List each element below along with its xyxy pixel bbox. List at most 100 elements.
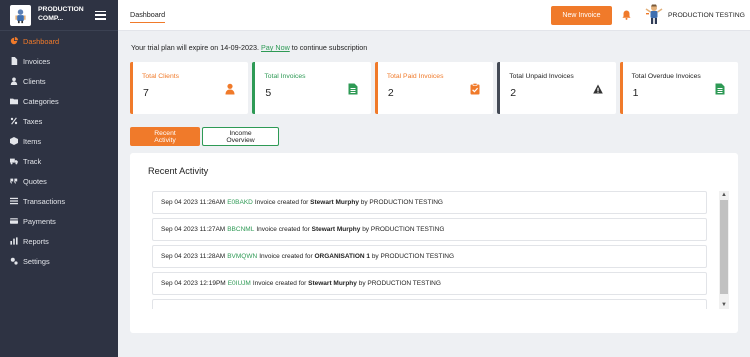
sidebar-item-label: Settings (23, 256, 50, 266)
activity-text: Invoice created for (254, 199, 309, 206)
card-value: 2 (387, 87, 394, 99)
transactions-icon (10, 197, 18, 205)
activity-text: Invoice created for (259, 253, 313, 260)
invoice-code-link[interactable]: E0BAKD (227, 199, 253, 206)
sidebar-item-categories[interactable]: Categories (0, 91, 118, 111)
warning-icon (592, 82, 603, 94)
invoice-icon (10, 57, 18, 65)
activity-time: Sep 04 2023 11:28AM (161, 253, 226, 260)
scrollbar-thumb[interactable] (720, 200, 728, 294)
avatar[interactable] (644, 4, 664, 26)
invoice-code-link[interactable]: BVMQWN (227, 253, 257, 260)
sidebar-item-track[interactable]: Track (0, 151, 118, 171)
new-invoice-button[interactable]: New Invoice (551, 6, 612, 25)
activity-time: Sep 04 2023 11:26AM (161, 199, 226, 206)
reports-icon (10, 237, 18, 245)
dashboard-tabs: Recent Activity Income Overview (130, 127, 279, 146)
invoice-code-link[interactable]: E0IUJM (228, 280, 251, 287)
sidebar-item-transactions[interactable]: Transactions (0, 191, 118, 211)
sidebar-item-label: Payments (23, 216, 56, 226)
card-value: 1 (632, 87, 639, 99)
breadcrumb[interactable]: Dashboard (130, 10, 166, 23)
client-name: Stewart Murphy (310, 199, 359, 206)
list-item[interactable]: Sep 04 2023 12:19PM E0IUJM Invoice creat… (152, 272, 707, 295)
card-value: 2 (510, 87, 517, 99)
activity-scrollbar[interactable]: ▲ ▼ (719, 191, 729, 309)
trial-suffix: to continue subscription (291, 43, 368, 52)
card-value: 7 (143, 87, 149, 99)
card-value: 5 (265, 87, 272, 99)
sidebar-item-payments[interactable]: Payments (0, 211, 118, 231)
activity-text: Invoice created for (252, 280, 307, 287)
list-item[interactable] (152, 299, 707, 309)
sidebar-item-label: Clients (23, 76, 46, 86)
recent-activity-panel: Recent Activity Sep 04 2023 11:26AM E0BA… (130, 153, 738, 333)
activity-by: by PRODUCTION TESTING (371, 253, 455, 260)
sidebar-nav: Dashboard Invoices Clients Categories Ta… (0, 31, 118, 271)
sidebar-item-label: Taxes (23, 116, 43, 126)
sidebar-item-label: Reports (23, 236, 49, 246)
activity-time: Sep 04 2023 12:19PM (161, 280, 226, 287)
sidebar-item-items[interactable]: Items (0, 131, 118, 151)
folder-icon (10, 97, 18, 105)
activity-time: Sep 04 2023 11:27AM (161, 226, 226, 233)
stat-card-total-unpaid-invoices[interactable]: Total Unpaid Invoices 2 (497, 62, 616, 114)
invoice-code-link[interactable]: BBCNML (227, 226, 254, 233)
stat-card-total-clients[interactable]: Total Clients 7 (130, 62, 249, 114)
sidebar-item-clients[interactable]: Clients (0, 71, 118, 91)
user-icon (225, 82, 235, 95)
activity-text: Invoice created for (256, 226, 310, 233)
bell-icon[interactable] (622, 10, 631, 20)
scroll-up-icon[interactable]: ▲ (719, 191, 729, 199)
sidebar-item-label: Track (23, 156, 42, 166)
user-icon (10, 77, 18, 85)
card-label: Total Paid Invoices (386, 73, 444, 80)
client-name: ORGANISATION 1 (314, 253, 371, 260)
sidebar-item-settings[interactable]: Settings (0, 251, 118, 271)
sidebar-item-label: Quotes (23, 176, 47, 186)
card-label: Total Unpaid Invoices (509, 73, 574, 80)
activity-by: by PRODUCTION TESTING (362, 226, 445, 233)
sidebar-item-label: Invoices (23, 56, 51, 66)
tab-recent-activity[interactable]: Recent Activity (130, 127, 200, 146)
truck-icon (10, 157, 18, 165)
sidebar-item-reports[interactable]: Reports (0, 231, 118, 251)
list-item[interactable]: Sep 04 2023 11:28AM BVMQWN Invoice creat… (152, 245, 707, 268)
pay-now-link[interactable]: Pay Now (261, 43, 290, 52)
company-logo[interactable] (10, 4, 31, 26)
stat-card-total-paid-invoices[interactable]: Total Paid Invoices 2 (374, 62, 494, 114)
file-icon (348, 82, 358, 95)
sidebar-item-dashboard[interactable]: Dashboard (0, 31, 118, 51)
panel-title: Recent Activity (148, 166, 209, 176)
stat-cards: Total Clients 7 Total Invoices 5 Total P… (130, 62, 739, 114)
client-name: Stewart Murphy (311, 226, 361, 233)
sidebar-item-quotes[interactable]: Quotes (0, 171, 118, 191)
quote-icon (10, 177, 18, 185)
trial-text: Your trial plan will expire on 14-09-202… (131, 43, 259, 52)
dashboard-icon (10, 37, 18, 45)
list-item[interactable]: Sep 04 2023 11:26AM E0BAKD Invoice creat… (152, 191, 707, 214)
file-icon (715, 82, 725, 95)
trial-notice: Your trial plan will expire on 14-09-202… (131, 43, 367, 52)
payment-icon (10, 217, 18, 225)
user-name[interactable]: PRODUCTION TESTING (668, 12, 745, 19)
menu-toggle-icon[interactable] (95, 10, 106, 20)
list-item[interactable]: Sep 04 2023 11:27AM BBCNML Invoice creat… (152, 218, 707, 241)
brand: PRODUCTION COMP... (0, 0, 118, 31)
card-label: Total Overdue Invoices (631, 73, 701, 80)
stat-card-total-overdue-invoices[interactable]: Total Overdue Invoices 1 (619, 62, 739, 114)
top-bar: Dashboard New Invoice PRODUCTION TESTING (118, 0, 750, 31)
clipboard-check-icon (470, 82, 480, 95)
sidebar-item-label: Items (23, 136, 42, 146)
tab-income-overview[interactable]: Income Overview (202, 127, 279, 146)
stat-card-total-invoices[interactable]: Total Invoices 5 (252, 62, 371, 114)
percent-icon (10, 117, 18, 125)
activity-by: by PRODUCTION TESTING (360, 199, 443, 206)
client-name: Stewart Murphy (308, 280, 357, 287)
sidebar-item-invoices[interactable]: Invoices (0, 51, 118, 71)
sidebar-item-taxes[interactable]: Taxes (0, 111, 118, 131)
company-name: PRODUCTION COMP... (38, 6, 84, 22)
sidebar: PRODUCTION COMP... Dashboard Invoices Cl… (0, 0, 118, 357)
sidebar-item-label: Categories (23, 96, 59, 106)
scroll-down-icon[interactable]: ▼ (719, 301, 729, 309)
